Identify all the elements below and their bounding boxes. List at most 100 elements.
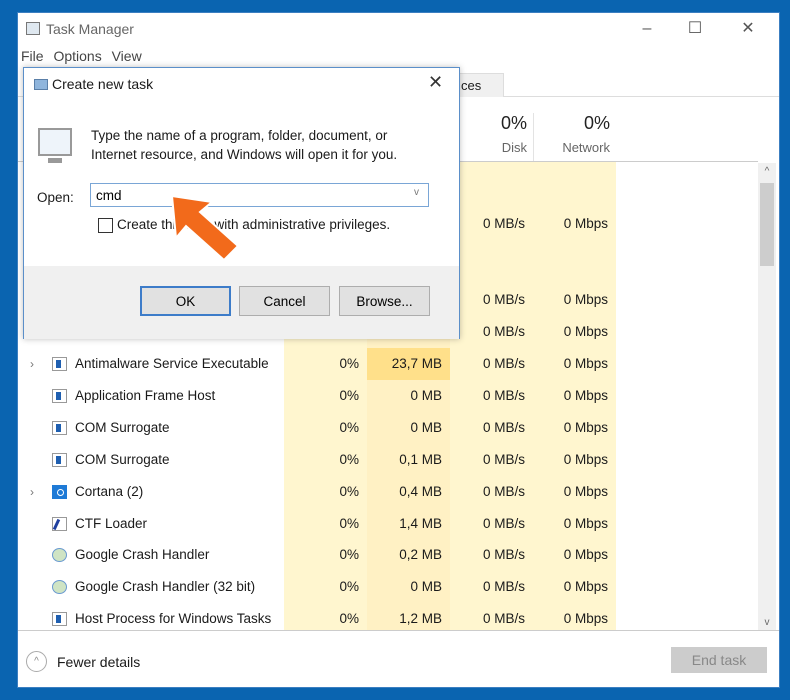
memory-cell: 0,1 MB bbox=[399, 451, 442, 467]
cpu-cell: 0% bbox=[339, 356, 359, 371]
cortana-icon bbox=[52, 484, 67, 499]
network-cell: 0 Mbps bbox=[563, 292, 608, 307]
vertical-scrollbar[interactable]: ^ v bbox=[758, 163, 776, 630]
app-icon bbox=[52, 357, 67, 371]
memory-cell: 0 MB bbox=[410, 419, 442, 435]
table-row[interactable]: Application Frame Host 0% 0 MB 0 MB/s 0 … bbox=[18, 380, 758, 412]
process-name: COM Surrogate bbox=[75, 451, 170, 467]
expand-chevron-icon[interactable]: › bbox=[30, 476, 34, 508]
google-icon bbox=[52, 548, 67, 563]
maximize-button[interactable]: ☐ bbox=[673, 17, 717, 41]
monitor-icon bbox=[38, 128, 72, 163]
dialog-prompt: Type the name of a program, folder, docu… bbox=[91, 126, 397, 164]
process-name: Cortana (2) bbox=[75, 483, 144, 499]
disk-cell: 0 MB/s bbox=[482, 324, 525, 339]
google-icon bbox=[52, 580, 67, 595]
cpu-cell: 0% bbox=[339, 483, 359, 499]
pointer-arrow-icon bbox=[170, 194, 240, 262]
prompt-line-2: Internet resource, and Windows will open… bbox=[91, 147, 398, 162]
memory-cell: 1,4 MB bbox=[399, 515, 442, 531]
memory-cell: 0,2 MB bbox=[399, 547, 442, 563]
network-cell: 0 Mbps bbox=[563, 579, 608, 595]
open-label: Open: bbox=[37, 190, 74, 205]
minimize-button[interactable]: – bbox=[625, 17, 669, 41]
cpu-cell: 0% bbox=[339, 579, 359, 595]
network-cell: 0 Mbps bbox=[563, 515, 608, 531]
end-task-button[interactable]: End task bbox=[671, 647, 767, 673]
chevron-down-icon[interactable]: v bbox=[414, 187, 419, 198]
network-cell: 0 Mbps bbox=[563, 547, 608, 563]
network-header[interactable]: 0% Network bbox=[533, 113, 616, 161]
dialog-close-button[interactable]: ✕ bbox=[428, 72, 443, 93]
process-name: COM Surrogate bbox=[75, 419, 170, 435]
cpu-cell: 0% bbox=[339, 419, 359, 435]
disk-cell: 0 MB/s bbox=[482, 216, 525, 231]
process-name: Google Crash Handler bbox=[75, 547, 210, 563]
cpu-cell: 0% bbox=[339, 515, 359, 531]
disk-cell: 0 MB/s bbox=[482, 515, 525, 531]
process-name: Antimalware Service Executable bbox=[75, 356, 269, 371]
scroll-thumb[interactable] bbox=[760, 183, 774, 266]
app-icon bbox=[52, 388, 67, 403]
menu-view[interactable]: View bbox=[112, 48, 142, 64]
table-row[interactable]: › Cortana (2) 0% 0,4 MB 0 MB/s 0 Mbps bbox=[18, 476, 758, 508]
disk-cell: 0 MB/s bbox=[482, 387, 525, 403]
menu-file[interactable]: File bbox=[21, 48, 44, 64]
memory-cell: 0,4 MB bbox=[399, 483, 442, 499]
network-cell: 0 Mbps bbox=[563, 216, 608, 231]
dialog-title: Create new task bbox=[52, 76, 154, 92]
ok-button[interactable]: OK bbox=[140, 286, 231, 316]
table-row[interactable]: COM Surrogate 0% 0 MB 0 MB/s 0 Mbps bbox=[18, 412, 758, 444]
table-row[interactable]: Google Crash Handler 0% 0,2 MB 0 MB/s 0 … bbox=[18, 539, 758, 571]
process-name: Google Crash Handler (32 bit) bbox=[75, 579, 256, 595]
network-cell: 0 Mbps bbox=[563, 483, 608, 499]
admin-privileges-label[interactable]: Create this task with administrative pri… bbox=[117, 217, 390, 232]
network-cell: 0 Mbps bbox=[563, 419, 608, 435]
scroll-up-icon[interactable]: ^ bbox=[758, 166, 776, 177]
disk-percent: 0% bbox=[500, 113, 527, 133]
disk-cell: 0 MB/s bbox=[482, 356, 525, 371]
ctf-icon bbox=[52, 516, 67, 531]
disk-header[interactable]: 0% Disk bbox=[450, 113, 533, 161]
disk-cell: 0 MB/s bbox=[482, 451, 525, 467]
network-label: Network bbox=[562, 140, 610, 155]
app-icon bbox=[52, 420, 67, 435]
cpu-cell: 0% bbox=[339, 387, 359, 403]
fewer-details-button[interactable]: ^ Fewer details bbox=[26, 651, 140, 672]
cancel-button[interactable]: Cancel bbox=[239, 286, 330, 316]
memory-cell: 23,7 MB bbox=[391, 356, 442, 371]
expand-chevron-icon[interactable]: › bbox=[30, 348, 34, 380]
task-manager-icon bbox=[26, 22, 40, 35]
process-name: CTF Loader bbox=[75, 515, 148, 531]
table-row[interactable]: Google Crash Handler (32 bit) 0% 0 MB 0 … bbox=[18, 571, 758, 603]
network-percent: 0% bbox=[583, 113, 610, 133]
cpu-cell: 0% bbox=[339, 547, 359, 563]
network-cell: 0 Mbps bbox=[563, 387, 608, 403]
cpu-cell: 0% bbox=[339, 451, 359, 467]
disk-label: Disk bbox=[501, 140, 527, 155]
chevron-up-icon: ^ bbox=[26, 651, 47, 672]
disk-cell: 0 MB/s bbox=[482, 292, 525, 307]
network-cell: 0 Mbps bbox=[563, 324, 608, 339]
table-row[interactable]: › Antimalware Service Executable 0% 23,7… bbox=[18, 348, 758, 380]
process-name: Application Frame Host bbox=[75, 387, 216, 403]
menu-bar: File Options View bbox=[21, 48, 148, 64]
disk-cell: 0 MB/s bbox=[482, 579, 525, 595]
scroll-down-icon[interactable]: v bbox=[758, 617, 776, 628]
table-row[interactable]: COM Surrogate 0% 0,1 MB 0 MB/s 0 Mbps bbox=[18, 444, 758, 476]
table-row[interactable]: CTF Loader 0% 1,4 MB 0 MB/s 0 Mbps bbox=[18, 508, 758, 540]
network-cell: 0 Mbps bbox=[563, 356, 608, 371]
memory-cell: 0 MB bbox=[410, 387, 442, 403]
run-icon bbox=[34, 79, 48, 90]
disk-cell: 0 MB/s bbox=[482, 419, 525, 435]
browse-button[interactable]: Browse... bbox=[339, 286, 430, 316]
network-cell: 0 Mbps bbox=[563, 451, 608, 467]
disk-cell: 0 MB/s bbox=[482, 483, 525, 499]
dialog-button-area: OK Cancel Browse... bbox=[24, 266, 459, 339]
open-input[interactable] bbox=[90, 183, 429, 207]
menu-options[interactable]: Options bbox=[53, 48, 101, 64]
close-button[interactable]: ✕ bbox=[726, 17, 770, 41]
admin-privileges-checkbox[interactable] bbox=[98, 218, 113, 233]
footer: ^ Fewer details End task bbox=[18, 630, 779, 688]
title-bar: Task Manager – ☐ ✕ bbox=[18, 13, 779, 45]
